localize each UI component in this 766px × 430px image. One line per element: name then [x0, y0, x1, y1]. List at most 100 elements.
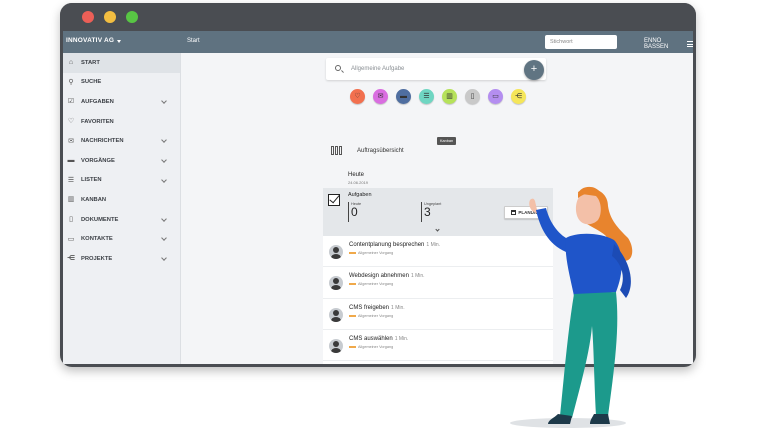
task-name: Contentplanung besprechen 1 Min.	[349, 242, 440, 248]
task-name: CMS auswählen 1 Min.	[349, 336, 408, 342]
person-face	[575, 194, 601, 225]
menu-icon[interactable]	[686, 41, 693, 47]
chevron-down-icon[interactable]	[161, 137, 167, 144]
list-icon: ☰	[67, 176, 75, 184]
app-header: INNOVATIV AG Start Stichwort ENNO BASSEN	[63, 31, 693, 53]
task-duration: 1 Min.	[391, 304, 405, 311]
maximize-window-button[interactable]	[126, 11, 138, 23]
kanban-icon	[331, 146, 343, 155]
person-shirt	[565, 233, 622, 296]
share-icon: ⋲	[66, 255, 76, 263]
heart-icon[interactable]: ♡	[350, 89, 365, 104]
unplanned-stat[interactable]: Ungeplant 3	[421, 202, 441, 222]
overview-title: Auftragsübersicht	[357, 147, 404, 154]
sidebar-item-aufgaben[interactable]: ☑ AUFGABEN	[63, 92, 180, 112]
tasks-card-title: Aufgaben	[348, 192, 372, 198]
sidebar-item-label: START	[81, 59, 100, 66]
contact-card-icon[interactable]: ▭	[488, 89, 503, 104]
user-menu[interactable]: ENNO BASSEN	[644, 38, 693, 50]
avatar	[329, 245, 343, 259]
sidebar-item-listen[interactable]: ☰ LISTEN	[63, 171, 180, 191]
task-duration: 1 Min.	[426, 242, 441, 248]
mail-icon: ✉	[68, 137, 74, 145]
task-subtitle: Allgemeiner Vorgang	[349, 251, 393, 255]
task-title: CMS auswählen	[349, 335, 393, 342]
today-stat[interactable]: Heute 0	[348, 202, 361, 222]
sidebar-item-label: PROJEKTE	[81, 255, 113, 262]
today-stat-value: 0	[351, 205, 358, 219]
chevron-down-icon[interactable]	[161, 176, 167, 183]
chevron-down-icon[interactable]	[161, 157, 167, 163]
breadcrumb: Start	[187, 38, 200, 44]
sidebar-item-label: LISTEN	[81, 177, 102, 184]
task-quick-add[interactable]: Allgemeine Aufgabe +	[326, 58, 546, 80]
close-window-button[interactable]	[82, 11, 94, 23]
task-process: Allgemeiner Vorgang	[358, 282, 394, 287]
sidebar-item-label: AUFGABEN	[81, 98, 114, 105]
window-titlebar	[60, 3, 696, 30]
sidebar-item-label: DOKUMENTE	[81, 216, 119, 223]
avatar	[329, 276, 343, 291]
status-stripe	[349, 252, 356, 254]
task-subtitle: Allgemeiner Vorgang	[349, 345, 393, 349]
home-icon: ⌂	[68, 59, 74, 67]
person-left-shoe	[548, 414, 572, 424]
inbox-icon[interactable]: ▬	[396, 89, 411, 104]
person-pants	[560, 292, 618, 418]
user-name: ENNO BASSEN	[644, 38, 669, 50]
mail-icon[interactable]: ✉	[373, 89, 388, 104]
sidebar-item-label: SUCHE	[81, 79, 102, 86]
chevron-down-icon[interactable]	[161, 255, 167, 261]
folder-icon: ▬	[67, 157, 75, 165]
person-right-shoe	[590, 414, 610, 424]
share-icon[interactable]: ⋲	[511, 89, 526, 104]
task-duration: 1 Min.	[410, 273, 425, 280]
minimize-window-button[interactable]	[104, 11, 116, 23]
chevron-down-icon[interactable]	[161, 98, 167, 105]
task-process: Allgemeiner Vorgang	[358, 251, 394, 255]
today-heading: Heute	[348, 172, 365, 178]
status-stripe	[349, 314, 356, 317]
list-icon[interactable]: ☰	[419, 89, 434, 104]
sidebar-item-nachrichten[interactable]: ✉ NACHRICHTEN	[63, 131, 180, 151]
search-icon	[335, 65, 341, 71]
unplanned-stat-value: 3	[424, 205, 431, 219]
sidebar-item-kanban[interactable]: ▥ KANBAN	[63, 190, 180, 210]
task-title: Webdesign abnehmen	[349, 273, 409, 280]
task-title: Contentplanung besprechen	[349, 242, 425, 248]
sidebar-item-label: KONTAKTE	[81, 236, 113, 243]
kanban-tooltip: Kanban	[437, 137, 457, 145]
sidebar-item-start[interactable]: ⌂ START	[63, 53, 180, 73]
task-subtitle: Allgemeiner Vorgang	[349, 282, 393, 286]
sidebar-item-favoriten[interactable]: ♡ FAVORITEN	[63, 112, 180, 132]
sidebar-item-kontakte[interactable]: ▭ KONTAKTE	[63, 229, 180, 249]
task-title: CMS freigeben	[349, 304, 390, 311]
task-name: Webdesign abnehmen 1 Min.	[349, 273, 425, 279]
task-subtitle: Allgemeiner Vorgang	[349, 314, 393, 318]
sidebar-item-projekte[interactable]: ⋲ PROJEKTE	[63, 249, 180, 269]
keyword-search-input[interactable]: Stichwort	[545, 35, 617, 49]
document-icon[interactable]: ▯	[465, 89, 480, 104]
sidebar-item-vorgaenge[interactable]: ▬ VORGÄNGE	[63, 151, 180, 171]
chevron-down-icon[interactable]	[161, 235, 167, 242]
task-name: CMS freigeben 1 Min.	[349, 305, 405, 311]
chevron-down-icon	[117, 39, 122, 43]
person-raised-arm	[536, 208, 570, 252]
chevron-down-icon[interactable]	[161, 215, 167, 222]
document-icon: ▯	[69, 216, 73, 224]
add-task-button[interactable]: +	[524, 60, 544, 80]
sidebar-item-dokumente[interactable]: ▯ DOKUMENTE	[63, 210, 180, 230]
sidebar-item-suche[interactable]: ⚲ SUCHE	[63, 73, 180, 93]
kanban-icon[interactable]: ▥	[442, 89, 457, 104]
company-switcher[interactable]: INNOVATIV AG	[66, 37, 122, 44]
search-icon: ⚲	[68, 78, 74, 86]
avatar	[329, 338, 343, 353]
overview-header: Auftragsübersicht	[331, 146, 404, 155]
company-name: INNOVATIV AG	[66, 37, 115, 44]
avatar	[329, 307, 343, 322]
person-illustration	[510, 186, 633, 428]
chevron-down-icon[interactable]	[435, 227, 440, 232]
kanban-icon: ▥	[67, 196, 75, 204]
heart-icon: ♡	[67, 118, 75, 126]
task-process: Allgemeiner Vorgang	[358, 344, 394, 349]
